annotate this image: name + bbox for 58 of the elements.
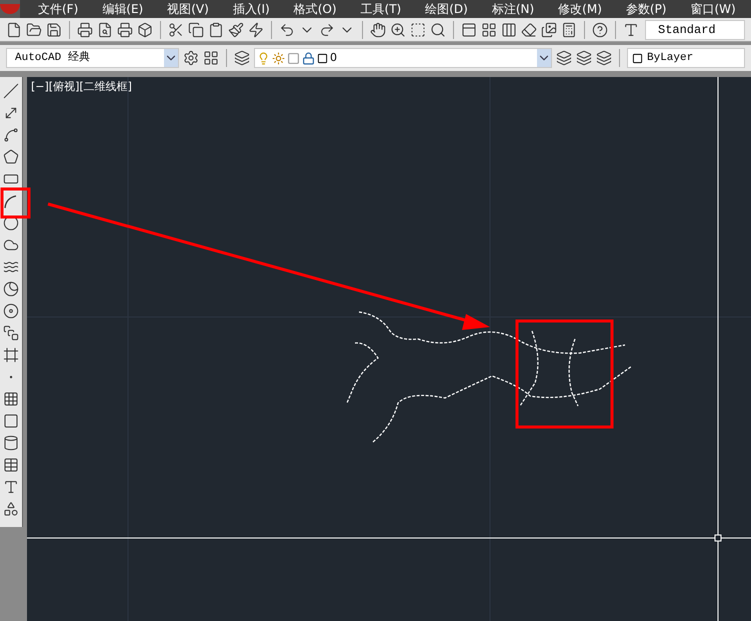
caret-icon bbox=[537, 49, 551, 67]
menu-item[interactable]: 文件(F) bbox=[32, 0, 84, 18]
pan-icon[interactable] bbox=[370, 22, 386, 38]
menu-item[interactable]: 工具(T) bbox=[354, 0, 408, 18]
make-current-layer-icon[interactable] bbox=[556, 50, 572, 66]
help-icon[interactable] bbox=[592, 22, 608, 38]
cut-icon[interactable] bbox=[168, 22, 184, 38]
pickbox-icon bbox=[714, 534, 722, 542]
workspace-dropdown[interactable]: AutoCAD 经典 bbox=[6, 48, 179, 68]
menu-item[interactable]: 标注(N) bbox=[486, 0, 540, 18]
line-icon[interactable] bbox=[3, 83, 19, 99]
print-preview-icon[interactable] bbox=[97, 22, 113, 38]
lightbulb-icon bbox=[257, 52, 270, 64]
table-icon[interactable] bbox=[3, 457, 19, 473]
layer-previous-icon[interactable] bbox=[576, 50, 592, 66]
plot-icon[interactable] bbox=[117, 22, 133, 38]
paste-icon[interactable] bbox=[208, 22, 224, 38]
polyline-icon[interactable] bbox=[3, 127, 19, 143]
menu-item[interactable]: 修改(M) bbox=[552, 0, 608, 18]
text-style-icon[interactable] bbox=[623, 22, 639, 38]
caret-icon bbox=[164, 49, 178, 67]
save-icon[interactable] bbox=[46, 22, 62, 38]
copy-icon[interactable] bbox=[188, 22, 204, 38]
match-properties-icon[interactable] bbox=[228, 22, 244, 38]
lock-icon bbox=[302, 52, 315, 64]
zoom-realtime-icon[interactable] bbox=[390, 22, 406, 38]
print-icon[interactable] bbox=[77, 22, 93, 38]
redo-icon[interactable] bbox=[319, 22, 335, 38]
undo-icon[interactable] bbox=[279, 22, 295, 38]
menu-item[interactable]: 窗口(W) bbox=[684, 0, 742, 18]
viewport-label[interactable]: [−][俯视][二维线框] bbox=[31, 79, 132, 96]
open-folder-icon[interactable] bbox=[26, 22, 42, 38]
layer-manager-icon[interactable] bbox=[234, 50, 250, 66]
layer-states-icon[interactable] bbox=[596, 50, 612, 66]
menu-item[interactable]: 插入(I) bbox=[226, 0, 276, 18]
menu-item[interactable]: 绘图(D) bbox=[419, 0, 474, 18]
logo-icon bbox=[0, 4, 20, 14]
menu-item[interactable]: 参数(P) bbox=[620, 0, 672, 18]
menu-item[interactable]: 编辑(E) bbox=[96, 0, 150, 18]
arc-icon[interactable] bbox=[3, 193, 19, 209]
ray-icon[interactable] bbox=[3, 105, 19, 121]
text-style-field[interactable]: Standard bbox=[645, 20, 745, 40]
highlight-box bbox=[0, 188, 30, 218]
new-file-icon[interactable] bbox=[6, 22, 22, 38]
color-swatch-icon bbox=[317, 52, 328, 64]
menu-item[interactable]: 格式(O) bbox=[288, 0, 343, 18]
color-dropdown[interactable]: ByLayer bbox=[627, 48, 745, 68]
menu-item[interactable]: 视图(V) bbox=[161, 0, 215, 18]
cloud-icon[interactable] bbox=[3, 237, 19, 253]
sun-icon bbox=[272, 52, 285, 64]
zoom-window-icon[interactable] bbox=[410, 22, 426, 38]
calculator-icon[interactable] bbox=[561, 22, 577, 38]
color-swatch-icon bbox=[632, 52, 643, 64]
settings-icon[interactable] bbox=[183, 50, 199, 66]
layer-dropdown[interactable]: 0 bbox=[254, 48, 552, 68]
polygon-icon[interactable] bbox=[3, 149, 19, 165]
zoom-previous-icon[interactable] bbox=[430, 22, 446, 38]
text-icon[interactable] bbox=[3, 479, 19, 495]
